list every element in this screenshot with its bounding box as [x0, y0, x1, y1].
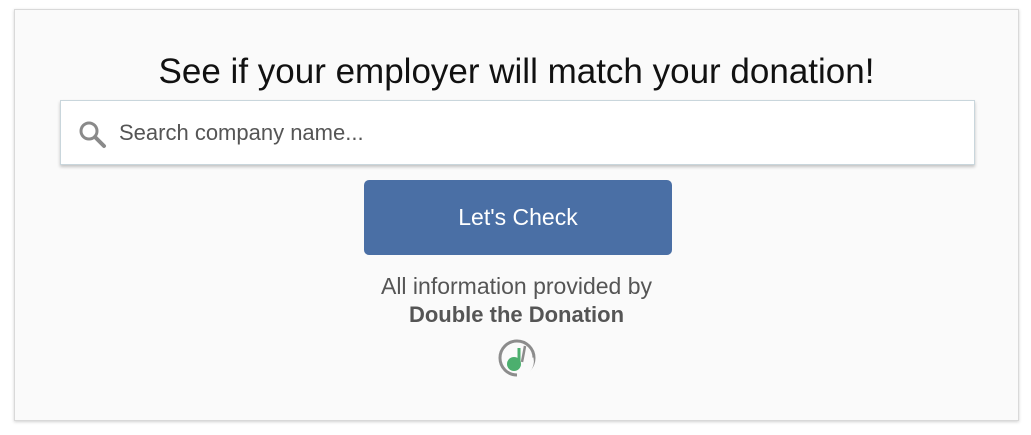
credit-provider-name: Double the Donation	[408, 302, 625, 327]
matching-gift-widget: See if your employer will match your don…	[14, 9, 1019, 421]
search-box[interactable]	[60, 100, 975, 165]
lets-check-button[interactable]: Let's Check	[364, 180, 672, 255]
company-search-input[interactable]	[119, 101, 959, 164]
credit-text: All information provided by	[380, 273, 653, 299]
double-the-donation-logo-icon	[498, 339, 536, 378]
search-icon	[79, 121, 106, 148]
widget-headline: See if your employer will match your don…	[158, 52, 875, 91]
